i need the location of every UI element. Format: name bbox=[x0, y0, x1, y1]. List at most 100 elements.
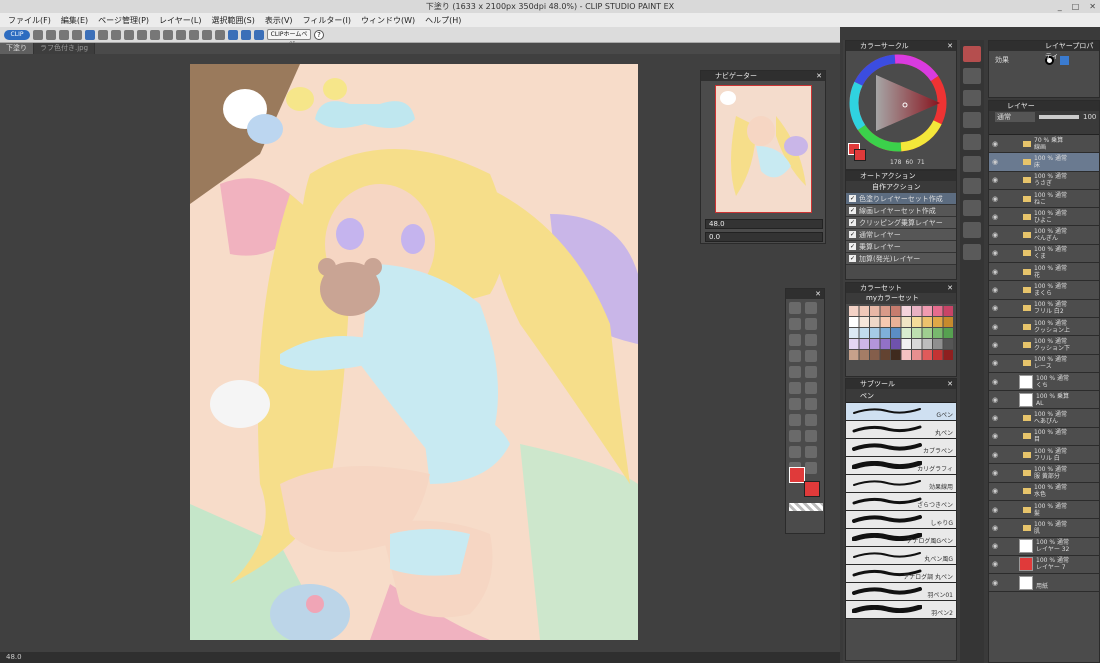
layer-row[interactable]: ◉ 100 % 通常花 bbox=[989, 263, 1099, 282]
eyedropper-tool-icon[interactable] bbox=[789, 350, 801, 362]
minimize-button[interactable]: _ bbox=[1058, 0, 1062, 13]
layer-row[interactable]: ◉ 100 % 通常肌 bbox=[989, 519, 1099, 538]
ruler-tool-icon[interactable] bbox=[805, 462, 817, 474]
maximize-button[interactable]: □ bbox=[1072, 0, 1080, 13]
color-swatch[interactable] bbox=[880, 306, 891, 316]
gradient-tool-icon[interactable] bbox=[805, 414, 817, 426]
visibility-eye-icon[interactable]: ◉ bbox=[989, 359, 1001, 367]
menu-filter[interactable]: フィルター(I) bbox=[303, 15, 351, 26]
color-swatch[interactable] bbox=[849, 339, 859, 349]
color-swatch[interactable] bbox=[870, 328, 880, 338]
layer-row[interactable]: ◉ 100 % 通常 フリル 白2 bbox=[989, 299, 1099, 318]
intermediate-color-icon[interactable] bbox=[963, 90, 981, 106]
visibility-eye-icon[interactable]: ◉ bbox=[989, 231, 1001, 239]
auto-select-tool-icon[interactable] bbox=[805, 334, 817, 346]
history-icon[interactable] bbox=[963, 222, 981, 238]
color-swatch[interactable] bbox=[912, 350, 922, 360]
layer-row[interactable]: ◉ 100 % 通常 レイヤー 32 bbox=[989, 537, 1099, 556]
brush-item[interactable]: カリグラフィ bbox=[846, 457, 956, 475]
color-swatch[interactable] bbox=[880, 350, 891, 360]
brush-item[interactable]: 丸ペン風G bbox=[846, 547, 956, 565]
brush-item[interactable]: 効果線用 bbox=[846, 475, 956, 493]
visibility-eye-icon[interactable]: ◉ bbox=[989, 286, 1001, 294]
tab-rough-jpg[interactable]: ラフ色付き.jpg bbox=[34, 43, 96, 54]
undo-icon[interactable] bbox=[85, 29, 95, 40]
operation-tool-icon[interactable] bbox=[789, 318, 801, 330]
layer-row[interactable]: ◉ 100 % 通常 レイヤー 7 bbox=[989, 555, 1099, 575]
color-swatch[interactable] bbox=[880, 328, 891, 338]
color-swatch[interactable] bbox=[943, 306, 954, 316]
color-swatch[interactable] bbox=[901, 306, 912, 316]
auto-action-item[interactable]: ✓ 通常レイヤー bbox=[846, 229, 956, 241]
color-swatch[interactable] bbox=[849, 306, 859, 316]
close-icon[interactable]: ✕ bbox=[947, 379, 953, 389]
ruler-snap-icon[interactable] bbox=[228, 29, 238, 40]
layer-row[interactable]: ◉ 100 % 通常 ひよこ bbox=[989, 208, 1099, 227]
layer-row[interactable]: ◉ 100 % 通常 ぺんぎん bbox=[989, 226, 1099, 245]
close-icon[interactable]: ✕ bbox=[947, 283, 953, 293]
layer-row[interactable]: ◉ 100 % 通常床 bbox=[989, 153, 1099, 172]
check-icon[interactable]: ✓ bbox=[849, 219, 856, 226]
visibility-eye-icon[interactable]: ◉ bbox=[989, 341, 1001, 349]
color-swatch[interactable] bbox=[880, 317, 891, 327]
color-swatch[interactable] bbox=[922, 328, 933, 338]
color-swatch[interactable] bbox=[870, 317, 880, 327]
help-icon[interactable]: ? bbox=[314, 29, 324, 40]
visibility-eye-icon[interactable]: ◉ bbox=[989, 524, 1001, 532]
visibility-eye-icon[interactable]: ◉ bbox=[989, 414, 1001, 422]
visibility-eye-icon[interactable]: ◉ bbox=[989, 249, 1001, 257]
invert-icon[interactable] bbox=[189, 29, 199, 40]
figure-tool-icon[interactable] bbox=[789, 430, 801, 442]
auto-action-item[interactable]: ✓ 乗算レイヤー bbox=[846, 241, 956, 253]
visibility-eye-icon[interactable]: ◉ bbox=[989, 195, 1001, 203]
layer-row[interactable]: ◉ 100 % 通常 水色 bbox=[989, 482, 1099, 501]
blend-tool-icon[interactable] bbox=[805, 398, 817, 410]
export-icon[interactable] bbox=[72, 29, 82, 40]
visibility-eye-icon[interactable]: ◉ bbox=[989, 560, 1001, 568]
sub-color-swatch[interactable] bbox=[854, 149, 866, 161]
layer-row[interactable]: ◉ 100 % 通常髪 bbox=[989, 500, 1099, 520]
color-swatch[interactable] bbox=[891, 306, 901, 316]
visibility-eye-icon[interactable]: ◉ bbox=[989, 487, 1001, 495]
color-swatch[interactable] bbox=[922, 317, 933, 327]
visibility-eye-icon[interactable]: ◉ bbox=[989, 469, 1001, 477]
grid-snap-icon[interactable] bbox=[254, 29, 264, 40]
brush-item[interactable]: 羽ペン2 bbox=[846, 601, 956, 619]
color-swatch[interactable] bbox=[901, 350, 912, 360]
opacity-value[interactable]: 100 bbox=[1083, 113, 1096, 121]
eraser-tool-icon[interactable] bbox=[789, 398, 801, 410]
check-icon[interactable]: ✓ bbox=[849, 231, 856, 238]
color-swatch[interactable] bbox=[891, 339, 901, 349]
menu-edit[interactable]: 編集(E) bbox=[61, 15, 88, 26]
color-swatch[interactable] bbox=[870, 350, 880, 360]
balloon-tool-icon[interactable] bbox=[805, 446, 817, 458]
close-icon[interactable]: ✕ bbox=[947, 41, 953, 51]
clear-icon[interactable] bbox=[111, 29, 121, 40]
auto-action-item[interactable]: ✓ 色塗りレイヤーセット作成 bbox=[846, 193, 956, 205]
brush-item[interactable]: しゃりG bbox=[846, 511, 956, 529]
menu-view[interactable]: 表示(V) bbox=[265, 15, 293, 26]
color-swatch[interactable] bbox=[859, 317, 870, 327]
color-swatch[interactable] bbox=[912, 306, 922, 316]
fill-icon[interactable] bbox=[150, 29, 160, 40]
hue-ring[interactable] bbox=[848, 53, 958, 153]
save-icon[interactable] bbox=[59, 29, 69, 40]
sub-color-icon[interactable] bbox=[804, 481, 820, 497]
tool-property-icon[interactable] bbox=[963, 156, 981, 172]
brush-item[interactable]: 羽ペン01 bbox=[846, 583, 956, 601]
snap-icon[interactable] bbox=[215, 29, 225, 40]
visibility-eye-icon[interactable]: ◉ bbox=[989, 542, 1001, 550]
main-color-icon[interactable] bbox=[789, 467, 805, 483]
transparent-color-icon[interactable] bbox=[789, 503, 823, 511]
visibility-eye-icon[interactable]: ◉ bbox=[989, 268, 1001, 276]
color-swatch[interactable] bbox=[849, 317, 859, 327]
color-swatch[interactable] bbox=[870, 339, 880, 349]
crop-icon[interactable] bbox=[202, 29, 212, 40]
clip-homepage-button[interactable]: CLIPホームページ bbox=[267, 29, 311, 48]
layer-row[interactable]: ◉ 100 % 通常 クッション下 bbox=[989, 336, 1099, 355]
value-value[interactable]: 71 bbox=[917, 159, 925, 166]
color-swatch[interactable] bbox=[922, 306, 933, 316]
menu-page[interactable]: ページ管理(P) bbox=[98, 15, 149, 26]
color-wheel-icon[interactable] bbox=[963, 46, 981, 62]
visibility-eye-icon[interactable]: ◉ bbox=[989, 378, 1001, 386]
